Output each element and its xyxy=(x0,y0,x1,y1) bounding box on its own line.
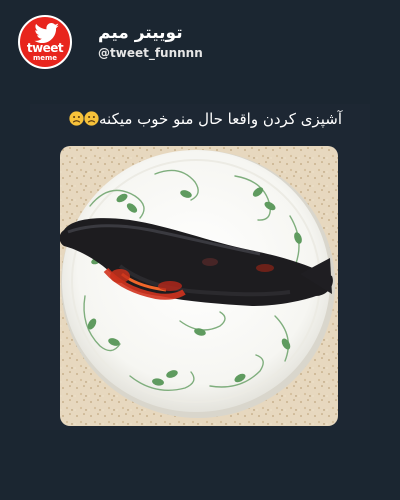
user-handle[interactable]: @tweet_funnnn xyxy=(98,46,203,60)
tweet-card: tweet meme توییتر میم @tweet_funnnn آشپز… xyxy=(0,0,400,500)
profile-header: tweet meme توییتر میم @tweet_funnnn xyxy=(18,15,358,71)
avatar-logo-text: tweet xyxy=(26,41,64,55)
display-name[interactable]: توییتر میم xyxy=(98,23,183,43)
burnt-fish-photo xyxy=(60,146,338,426)
avatar[interactable]: tweet meme xyxy=(18,15,72,69)
tweet-photo[interactable] xyxy=(60,146,338,426)
tweet-text: آشپزی کردن واقعا حال منو خوب میکنه xyxy=(99,110,342,128)
confused-face-emoji-icon xyxy=(69,111,84,126)
bird-icon xyxy=(34,23,59,43)
confused-face-emoji-icon xyxy=(84,111,99,126)
tweet-text-line: آشپزی کردن واقعا حال منو خوب میکنه xyxy=(40,108,342,130)
avatar-logo-subtext: meme xyxy=(32,54,58,62)
